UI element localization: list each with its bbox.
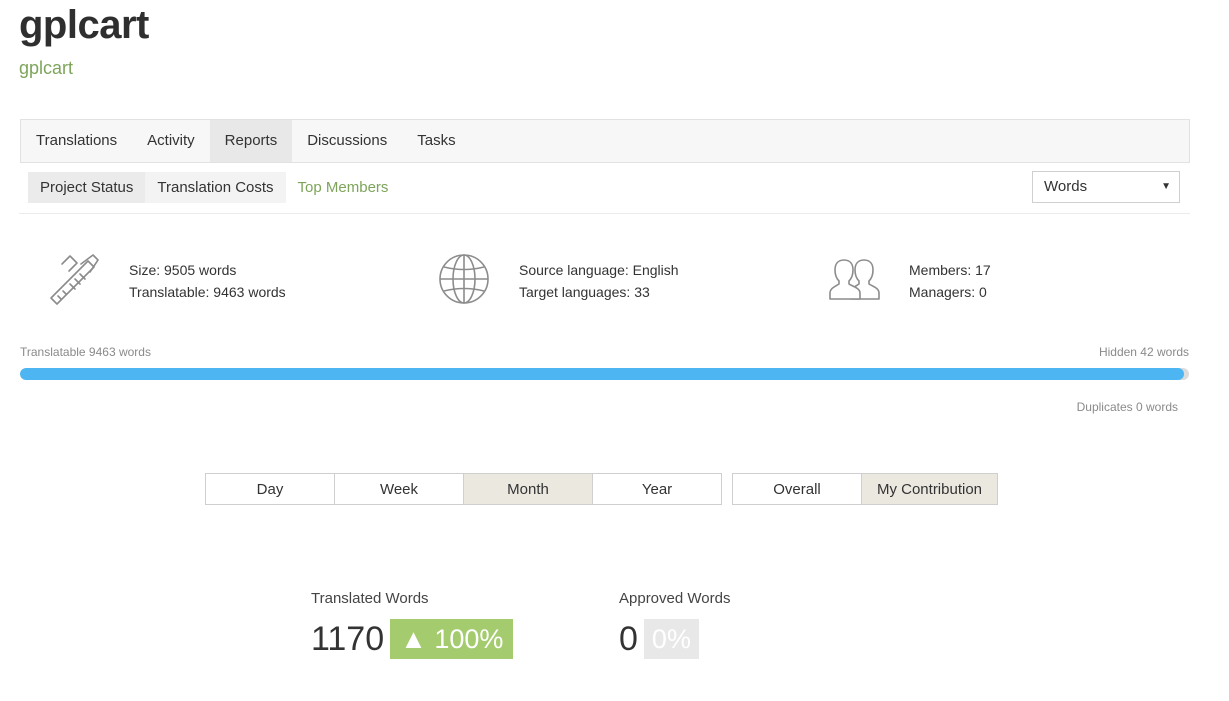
translated-words-label: Translated Words [311,590,429,607]
scope-selector: Overall My Contribution [732,473,998,505]
stat-source-language: Source language: English [519,262,679,278]
unit-select-value: Words [1044,178,1088,195]
period-week-button[interactable]: Week [334,473,464,505]
caliper-icon [48,252,102,306]
stat-members: Members: 17 [909,262,991,278]
stat-size: Size: 9505 words [129,262,237,278]
progress-bar-fill [20,368,1184,380]
subtab-translation-costs[interactable]: Translation Costs [145,172,286,203]
globe-icon [437,252,491,306]
project-subtitle[interactable]: gplcart [19,57,73,79]
subtab-top-members[interactable]: Top Members [286,172,401,203]
hidden-label: Hidden 42 words [1098,345,1189,359]
progress-bar [20,368,1189,380]
stat-managers: Managers: 0 [909,284,987,300]
duplicates-label: Duplicates 0 words [1076,400,1178,414]
report-subtabs: Project Status Translation Costs Top Mem… [28,172,400,203]
translated-words-metric: 1170 ▲ 100% [311,619,514,659]
tab-activity[interactable]: Activity [132,120,210,162]
chevron-down-icon: ▼ [1161,181,1171,192]
translated-words-value: 1170 [311,620,385,658]
approved-words-label: Approved Words [619,590,731,607]
approved-words-metric: 0 0% [619,619,699,659]
tab-tasks[interactable]: Tasks [402,120,470,162]
scope-overall-button[interactable]: Overall [732,473,862,505]
period-selector: Day Week Month Year [205,473,722,505]
divider [19,213,1190,214]
translatable-label: Translatable 9463 words [20,345,151,359]
main-tabs: Translations Activity Reports Discussion… [20,119,1190,163]
users-icon [827,252,881,306]
subtab-project-status[interactable]: Project Status [28,172,146,203]
unit-select[interactable]: Words ▼ [1032,171,1180,203]
stat-translatable: Translatable: 9463 words [129,284,286,300]
project-title: gplcart [19,3,149,47]
tab-discussions[interactable]: Discussions [292,120,402,162]
translated-words-badge: ▲ 100% [390,619,514,659]
period-month-button[interactable]: Month [463,473,593,505]
period-year-button[interactable]: Year [592,473,722,505]
approved-words-badge: 0% [643,619,699,659]
tab-reports[interactable]: Reports [209,120,293,162]
stat-target-languages: Target languages: 33 [519,284,650,300]
period-day-button[interactable]: Day [205,473,335,505]
approved-words-value: 0 [619,620,638,658]
scope-my-contribution-button[interactable]: My Contribution [861,473,998,505]
tab-translations[interactable]: Translations [21,120,132,162]
